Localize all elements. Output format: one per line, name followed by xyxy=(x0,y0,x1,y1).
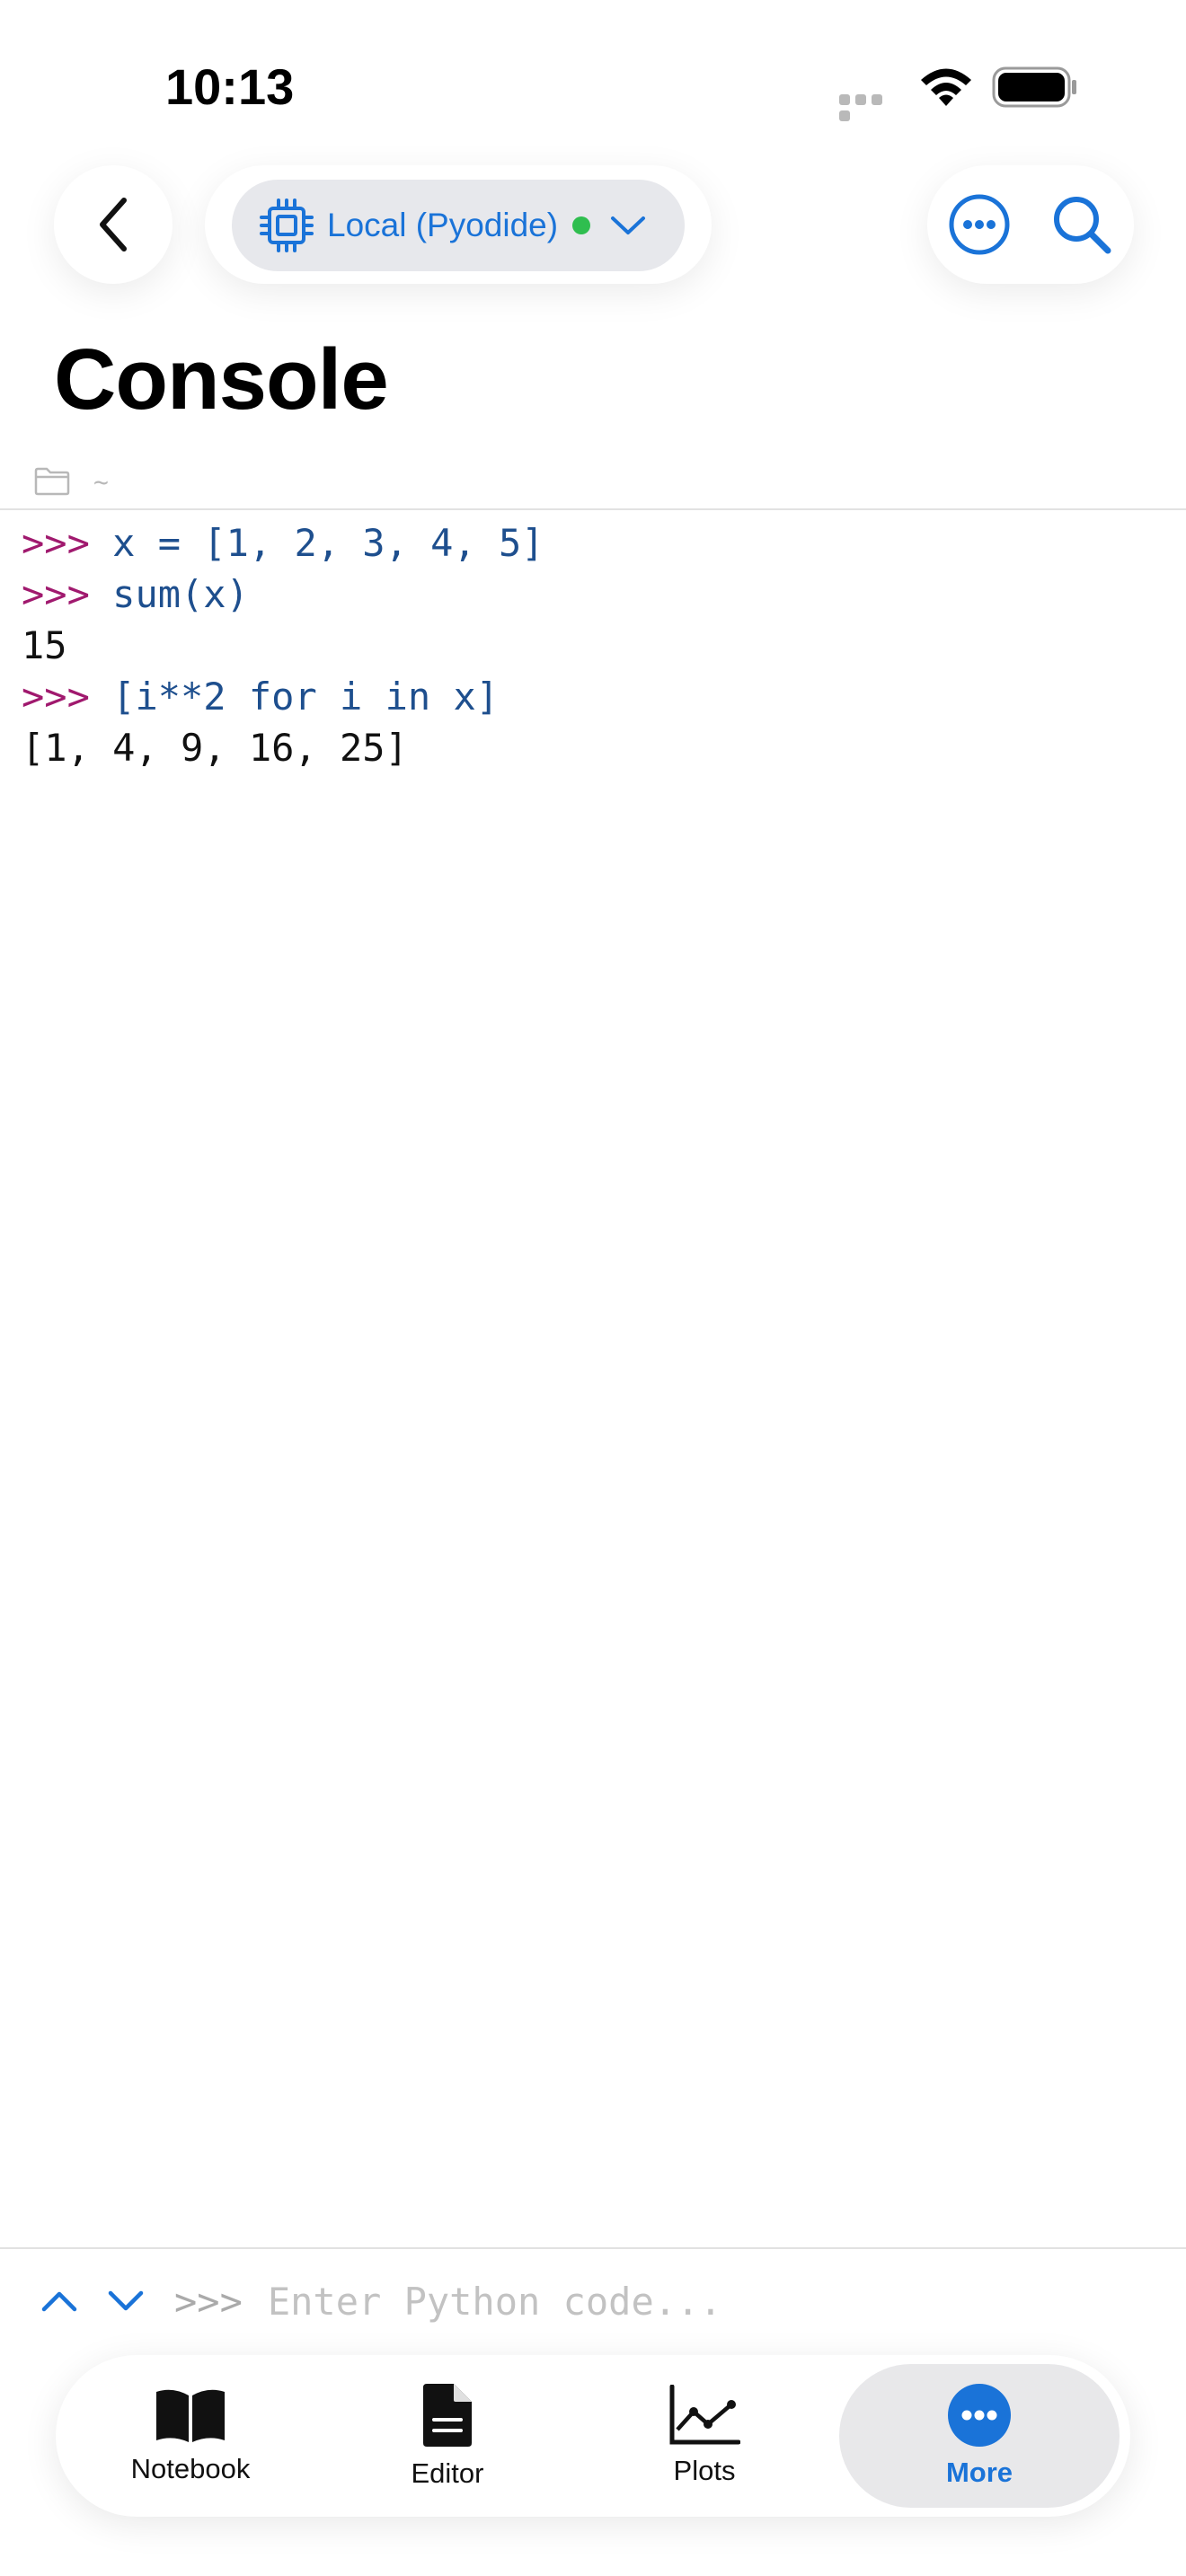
console-output-text: [1, 4, 9, 16, 25] xyxy=(22,726,408,770)
chevron-left-icon xyxy=(100,198,127,251)
console-prompt: >>> xyxy=(22,675,90,719)
divider xyxy=(0,2247,1186,2249)
header-actions xyxy=(927,165,1134,284)
kernel-selector-button[interactable]: Local (Pyodide) xyxy=(232,180,685,271)
tab-label: More xyxy=(945,2457,1013,2488)
console-input-text: [i**2 for i in x] xyxy=(112,675,500,719)
tab-editor[interactable]: Editor xyxy=(349,2355,546,2517)
tab-more[interactable]: More xyxy=(839,2364,1120,2508)
status-time: 10:13 xyxy=(165,58,295,115)
input-bar: >>> xyxy=(32,2274,915,2328)
tab-bar: Notebook Editor Plots More xyxy=(56,2355,1130,2517)
console-line: >>> sum(x) xyxy=(22,569,1172,620)
working-directory-path: ~ xyxy=(93,466,109,497)
tab-label: Plots xyxy=(673,2455,736,2486)
console-input-text: sum(x) xyxy=(112,572,249,616)
wifi-icon xyxy=(918,65,974,110)
search-button[interactable] xyxy=(1049,192,1114,257)
document-icon xyxy=(423,2384,472,2447)
console-line: >>> x = [1, 2, 3, 4, 5] xyxy=(22,517,1172,569)
battery-icon xyxy=(992,66,1078,108)
console-output-text: 15 xyxy=(22,623,67,667)
console-input-text: x = [1, 2, 3, 4, 5] xyxy=(112,521,544,565)
input-prompt: >>> xyxy=(174,2279,243,2324)
more-options-button[interactable] xyxy=(947,192,1012,257)
back-button[interactable] xyxy=(54,165,173,284)
working-directory: ~ xyxy=(34,463,109,499)
console-prompt: >>> xyxy=(22,521,90,565)
console-output: >>> x = [1, 2, 3, 4, 5] >>> sum(x) 15 >>… xyxy=(22,517,1172,773)
history-up-button[interactable] xyxy=(32,2274,86,2328)
chevron-down-icon xyxy=(108,2290,144,2311)
tab-label: Notebook xyxy=(130,2453,251,2484)
console-prompt: >>> xyxy=(22,572,90,616)
search-icon xyxy=(1054,197,1111,254)
more-icon xyxy=(948,2384,1011,2447)
book-icon xyxy=(156,2389,225,2442)
console-line: >>> [i**2 for i in x] xyxy=(22,671,1172,722)
cellular-signal-icon xyxy=(839,93,902,121)
chart-icon xyxy=(669,2385,740,2445)
history-down-button[interactable] xyxy=(99,2274,153,2328)
kernel-status-dot xyxy=(572,216,591,234)
tab-notebook[interactable]: Notebook xyxy=(92,2355,289,2517)
page-title: Console xyxy=(54,331,389,428)
tab-label: Editor xyxy=(411,2457,484,2489)
kernel-label: Local (Pyodide) xyxy=(327,207,559,243)
folder-icon xyxy=(34,467,70,496)
chevron-down-icon xyxy=(611,216,646,234)
divider xyxy=(0,508,1186,510)
ellipsis-circle-icon xyxy=(949,194,1010,255)
cpu-chip-icon xyxy=(260,198,314,252)
chevron-up-icon xyxy=(41,2291,77,2312)
tab-plots[interactable]: Plots xyxy=(606,2355,803,2517)
code-input[interactable] xyxy=(267,2279,915,2324)
